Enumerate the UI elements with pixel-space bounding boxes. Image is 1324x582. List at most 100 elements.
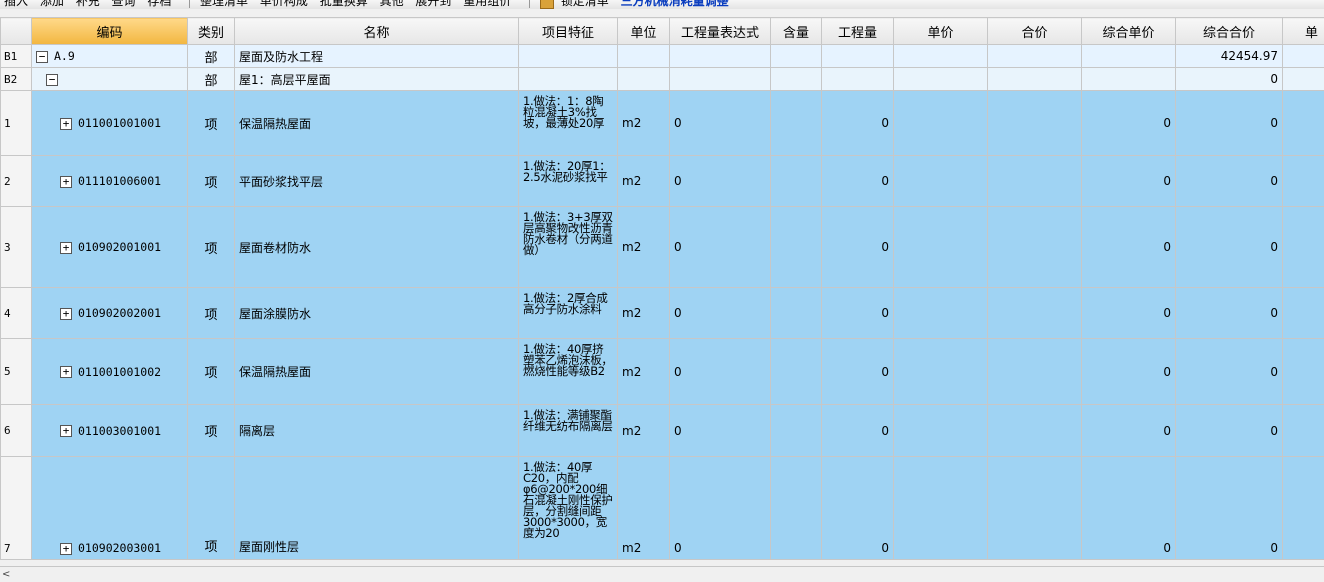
- reuse-pricing-menu[interactable]: 重用组价: [463, 0, 511, 9]
- composite-total-cell[interactable]: 42454.97: [1176, 45, 1283, 68]
- code-cell[interactable]: +011101006001: [32, 156, 188, 207]
- expand-icon[interactable]: +: [60, 118, 72, 130]
- composite-price-cell[interactable]: 0: [1082, 207, 1176, 288]
- scroll-left-arrow-icon[interactable]: <: [2, 569, 10, 580]
- features-cell[interactable]: 1.做法：2厚合成高分子防水涂料: [519, 288, 618, 339]
- expand-icon[interactable]: +: [60, 308, 72, 320]
- insert-menu[interactable]: 插入: [4, 0, 28, 9]
- archive-menu[interactable]: 存档: [147, 0, 171, 9]
- column-header-name[interactable]: 名称: [235, 18, 519, 45]
- row-number[interactable]: B2: [1, 68, 32, 91]
- name-cell[interactable]: 屋面涂膜防水: [235, 288, 519, 339]
- name-cell[interactable]: 屋面刚性层: [235, 457, 519, 560]
- price-cell[interactable]: [894, 68, 988, 91]
- quantity-cell[interactable]: 0: [822, 207, 894, 288]
- composite-price-cell[interactable]: 0: [1082, 156, 1176, 207]
- quantity-cell[interactable]: 0: [822, 339, 894, 405]
- composite-price-cell[interactable]: 0: [1082, 457, 1176, 560]
- composite-total-cell[interactable]: 0: [1176, 288, 1283, 339]
- row-number[interactable]: 7: [1, 457, 32, 560]
- table-row[interactable]: 2 +011101006001 项 平面砂浆找平层 1.做法：20厚1：2.5水…: [1, 156, 1324, 207]
- composite-price-cell[interactable]: 0: [1082, 91, 1176, 156]
- name-cell[interactable]: 隔离层: [235, 405, 519, 457]
- unit-cell[interactable]: m2: [618, 288, 670, 339]
- category-cell[interactable]: 项: [188, 156, 235, 207]
- price-cell[interactable]: [894, 288, 988, 339]
- content-cell[interactable]: [771, 405, 822, 457]
- composite-total-cell[interactable]: 0: [1176, 156, 1283, 207]
- category-cell[interactable]: 项: [188, 207, 235, 288]
- expand-to-menu[interactable]: 展开到: [415, 0, 451, 9]
- expression-cell[interactable]: [670, 68, 771, 91]
- composite-total-cell[interactable]: 0: [1176, 405, 1283, 457]
- column-header-features[interactable]: 项目特征: [519, 18, 618, 45]
- query-menu[interactable]: 查询: [112, 0, 136, 9]
- code-cell[interactable]: +011003001001: [32, 405, 188, 457]
- expression-cell[interactable]: [670, 45, 771, 68]
- quantity-cell[interactable]: 0: [822, 405, 894, 457]
- expression-cell[interactable]: 0: [670, 288, 771, 339]
- table-row[interactable]: B2 − 部 屋1：高层平屋面 0: [1, 68, 1324, 91]
- composite-total-cell[interactable]: 0: [1176, 339, 1283, 405]
- code-cell[interactable]: +010902001001: [32, 207, 188, 288]
- code-cell[interactable]: +010902003001: [32, 457, 188, 560]
- next-cell[interactable]: [1283, 457, 1324, 560]
- next-cell[interactable]: [1283, 405, 1324, 457]
- expression-cell[interactable]: 0: [670, 207, 771, 288]
- total-cell[interactable]: [988, 339, 1082, 405]
- lock-list-button[interactable]: 锁定清单: [561, 0, 609, 9]
- unit-cell[interactable]: m2: [618, 457, 670, 560]
- features-cell[interactable]: [519, 45, 618, 68]
- next-cell[interactable]: [1283, 207, 1324, 288]
- quantity-cell[interactable]: 0: [822, 457, 894, 560]
- quantity-cell[interactable]: 0: [822, 156, 894, 207]
- column-header-composite-total[interactable]: 综合合价: [1176, 18, 1283, 45]
- composite-total-cell[interactable]: 0: [1176, 207, 1283, 288]
- category-cell[interactable]: 项: [188, 457, 235, 560]
- price-cell[interactable]: [894, 405, 988, 457]
- column-header-content[interactable]: 含量: [771, 18, 822, 45]
- expand-icon[interactable]: +: [60, 425, 72, 437]
- next-cell[interactable]: [1283, 339, 1324, 405]
- code-cell[interactable]: +010902002001: [32, 288, 188, 339]
- name-cell[interactable]: 屋1：高层平屋面: [235, 68, 519, 91]
- category-cell[interactable]: 部: [188, 45, 235, 68]
- features-cell[interactable]: [519, 68, 618, 91]
- content-cell[interactable]: [771, 68, 822, 91]
- column-header-composite-price[interactable]: 综合单价: [1082, 18, 1176, 45]
- unit-price-composition-button[interactable]: 单价构成: [260, 0, 308, 9]
- composite-total-cell[interactable]: 0: [1176, 91, 1283, 156]
- category-cell[interactable]: 部: [188, 68, 235, 91]
- features-cell[interactable]: 1.做法：3+3厚双层高聚物改性沥青防水卷材（分两道做）: [519, 207, 618, 288]
- composite-total-cell[interactable]: 0: [1176, 457, 1283, 560]
- composite-price-cell[interactable]: 0: [1082, 288, 1176, 339]
- horizontal-scrollbar[interactable]: <: [0, 566, 1324, 582]
- expression-cell[interactable]: 0: [670, 405, 771, 457]
- organize-list-button[interactable]: 整理清单: [200, 0, 248, 9]
- name-cell[interactable]: 保温隔热屋面: [235, 91, 519, 156]
- total-cell[interactable]: [988, 457, 1082, 560]
- name-cell[interactable]: 屋面卷材防水: [235, 207, 519, 288]
- code-cell[interactable]: −: [32, 68, 188, 91]
- expand-icon[interactable]: +: [60, 543, 72, 555]
- unit-cell[interactable]: [618, 68, 670, 91]
- table-row[interactable]: 3 +010902001001 项 屋面卷材防水 1.做法：3+3厚双层高聚物改…: [1, 207, 1324, 288]
- collapse-icon[interactable]: −: [46, 74, 58, 86]
- composite-price-cell[interactable]: 0: [1082, 405, 1176, 457]
- unit-cell[interactable]: m2: [618, 405, 670, 457]
- row-number[interactable]: 3: [1, 207, 32, 288]
- name-cell[interactable]: 平面砂浆找平层: [235, 156, 519, 207]
- composite-price-cell[interactable]: [1082, 45, 1176, 68]
- composite-price-cell[interactable]: 0: [1082, 339, 1176, 405]
- table-row[interactable]: 4 +010902002001 项 屋面涂膜防水 1.做法：2厚合成高分子防水涂…: [1, 288, 1324, 339]
- column-header-unit[interactable]: 单位: [618, 18, 670, 45]
- code-cell[interactable]: −A.9: [32, 45, 188, 68]
- table-row[interactable]: 5 +011001001002 项 保温隔热屋面 1.做法：40厚挤塑苯乙烯泡沫…: [1, 339, 1324, 405]
- column-header-code[interactable]: 编码: [32, 18, 188, 45]
- category-cell[interactable]: 项: [188, 91, 235, 156]
- collapse-icon[interactable]: −: [36, 51, 48, 63]
- quantity-cell[interactable]: [822, 45, 894, 68]
- expression-cell[interactable]: 0: [670, 457, 771, 560]
- expand-icon[interactable]: +: [60, 366, 72, 378]
- next-cell[interactable]: [1283, 45, 1324, 68]
